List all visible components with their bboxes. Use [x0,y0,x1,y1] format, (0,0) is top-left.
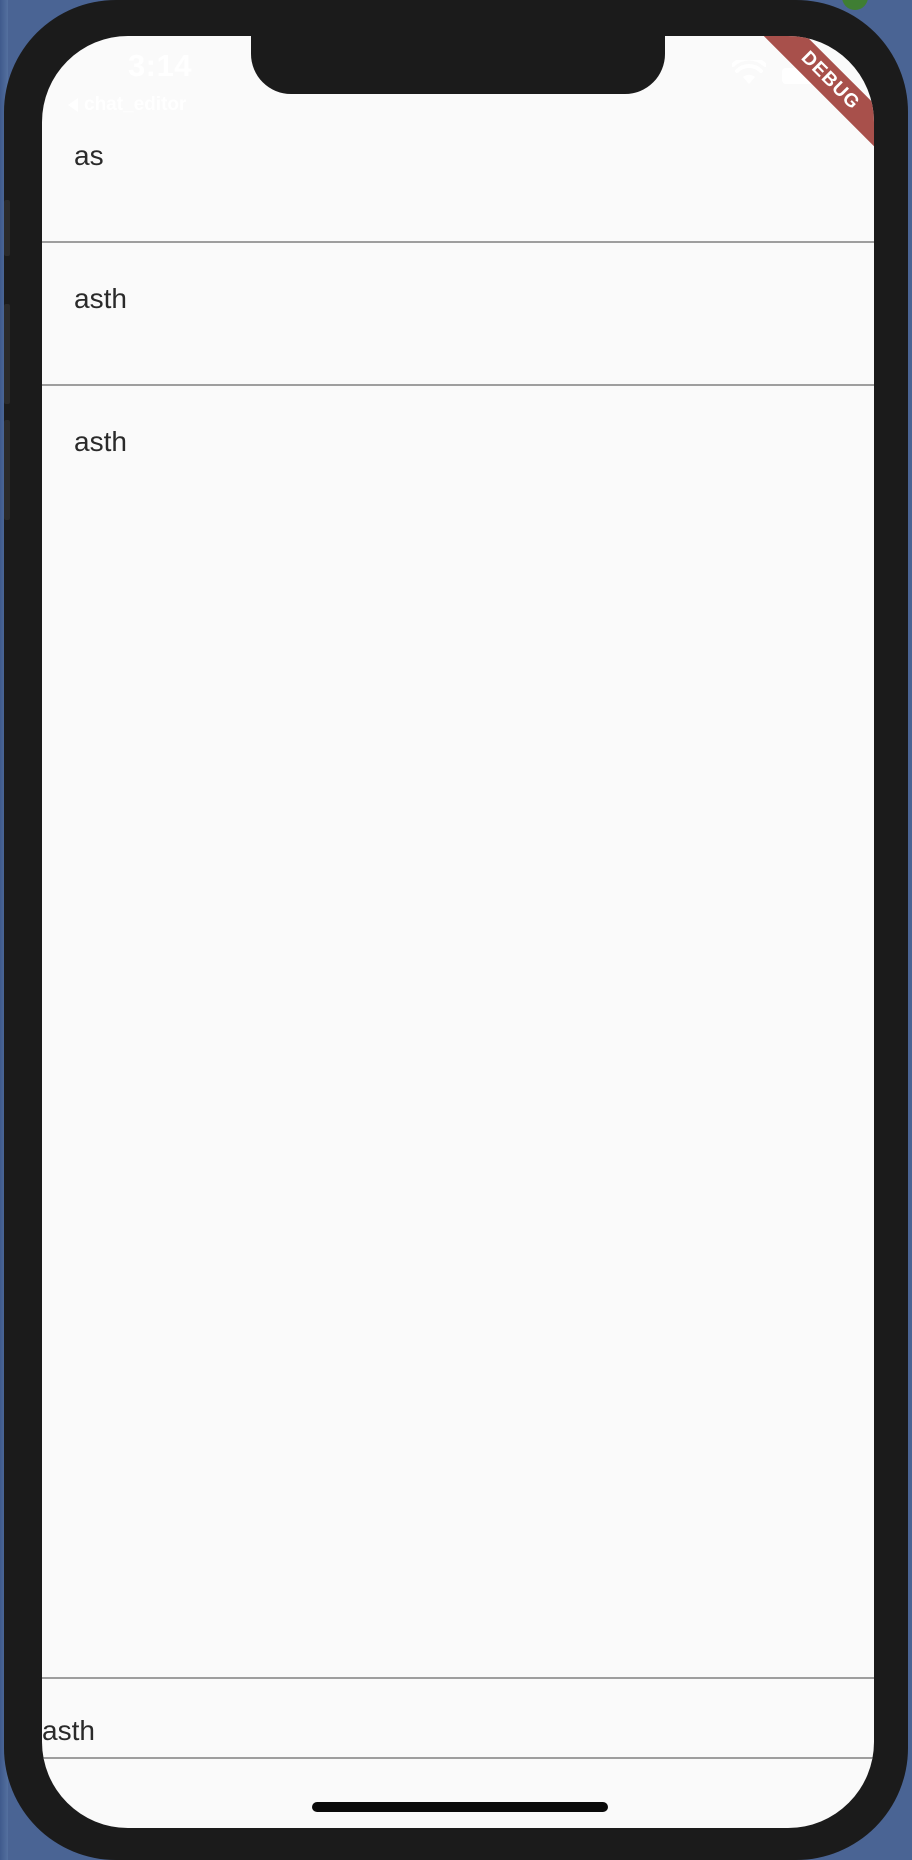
debug-banner: DEBUG [748,36,874,163]
message-input-value[interactable]: asth [42,1715,95,1747]
phone-frame: 3:14 chat_editor DEBUG as asth asth asth [4,0,908,1860]
back-to-app-link[interactable]: chat_editor [68,94,186,116]
message-text: as [74,140,104,171]
back-arrow-icon [68,98,78,112]
debug-banner-container: DEBUG [734,36,874,176]
list-item[interactable]: asth [42,386,874,529]
message-text: asth [74,283,127,314]
volume-down-button [4,420,10,520]
desktop-accent [842,0,868,10]
mute-switch [4,200,10,256]
notch [251,36,665,94]
message-text: asth [74,426,127,457]
volume-up-button [4,304,10,404]
back-link-label: chat_editor [84,94,187,115]
list-item[interactable]: asth [42,243,874,386]
app-screen: 3:14 chat_editor DEBUG as asth asth asth [42,36,874,1828]
home-indicator[interactable] [312,1802,608,1812]
status-time: 3:14 [128,48,193,83]
message-input[interactable]: asth [42,1677,874,1759]
